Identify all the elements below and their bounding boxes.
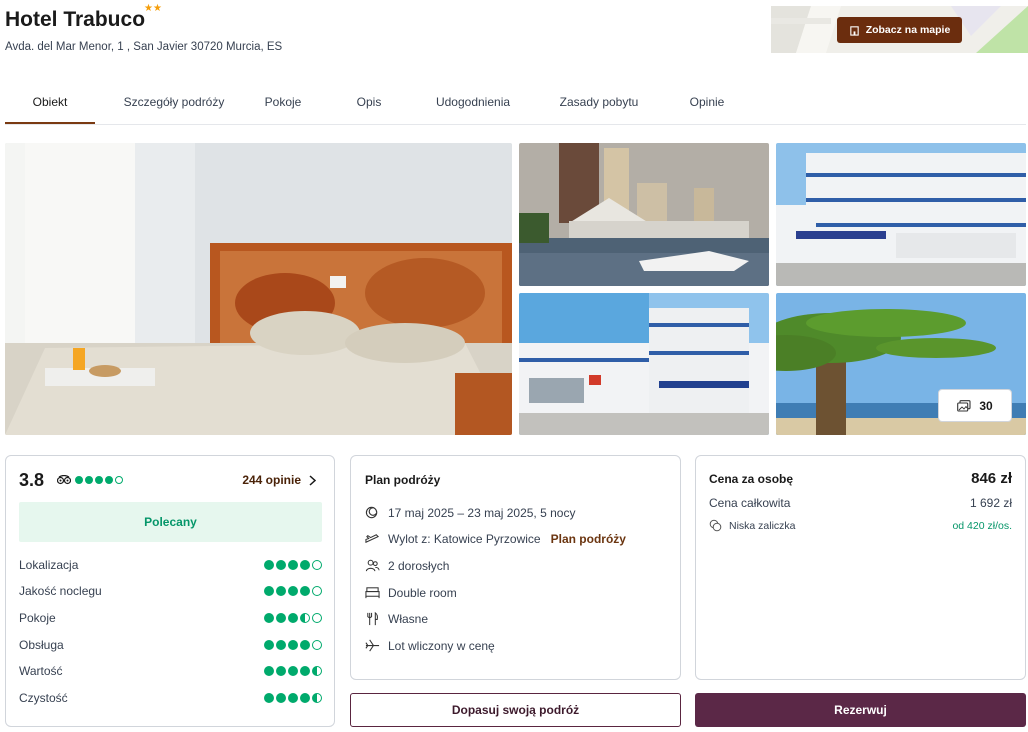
trip-room: Double room	[365, 585, 457, 600]
trip-board-text: Własne	[388, 611, 429, 626]
rating-category-label: Jakość noclegu	[19, 584, 102, 598]
photo-harbor[interactable]	[519, 143, 769, 286]
tab-szczegoly-podrozy[interactable]: Szczegóły podróży	[95, 84, 253, 124]
rating-category-label: Pokoje	[19, 611, 56, 625]
calendar-moon-icon	[365, 506, 378, 519]
tab-obiekt[interactable]: Obiekt	[5, 84, 95, 124]
trip-plan-card: Plan podróży 17 maj 2025 – 23 maj 2025, …	[350, 455, 681, 680]
show-map-button[interactable]: Zobacz na mapie	[837, 17, 962, 43]
tab-label: Zasady pobytu	[559, 95, 639, 109]
section-tabs: Obiekt Szczegóły podróży Pokoje Opis Udo…	[5, 84, 737, 124]
trip-flight-text: Lot wliczony w cenę	[388, 638, 495, 653]
trip-plan-title: Plan podróży	[365, 473, 441, 487]
deposit-row: Niska zaliczka od 420 zł/os.	[709, 519, 1012, 532]
price-card: Cena za osobę 846 zł Cena całkowita 1 69…	[695, 455, 1026, 680]
rating-bubbles	[264, 613, 322, 623]
tab-opinie[interactable]: Opinie	[677, 84, 737, 124]
reviews-link[interactable]: 244 opinie	[242, 473, 316, 487]
deposit-value: od 420 zł/os.	[952, 519, 1012, 532]
rating-bubbles	[264, 693, 322, 703]
plane-icon	[365, 639, 380, 652]
rating-category-label: Czystość	[19, 691, 68, 705]
price-total-label: Cena całkowita	[709, 496, 791, 510]
trip-departure-text: Wylot z: Katowice Pyrzowice	[388, 531, 541, 546]
tab-pokoje[interactable]: Pokoje	[253, 84, 313, 124]
trip-plan-link[interactable]: Plan podróży	[551, 532, 626, 546]
tabs-divider	[5, 124, 1026, 125]
gallery-count-button[interactable]: 30	[938, 389, 1012, 422]
trip-room-text: Double room	[388, 585, 457, 600]
plane-takeoff-icon	[365, 534, 380, 544]
rating-row-sleep-quality: Jakość noclegu	[19, 584, 322, 598]
tripadvisor-bubbles	[75, 476, 123, 484]
rating-row-cleanliness: Czystość	[19, 691, 322, 705]
hotel-address: Avda. del Mar Menor, 1 , San Javier 3072…	[5, 41, 283, 53]
price-per-person-row: Cena za osobę 846 zł	[709, 470, 1012, 487]
cutlery-icon	[367, 611, 378, 626]
tripadvisor-icon	[57, 475, 71, 485]
trip-dates-text: 17 maj 2025 – 23 maj 2025, 5 nocy	[388, 505, 576, 520]
rating-row-service: Obsługa	[19, 638, 322, 652]
photo-hotel-street[interactable]	[519, 293, 769, 435]
reviews-count: 244 opinie	[242, 473, 301, 487]
hotel-name: Hotel Trabuco	[5, 8, 146, 31]
rating-bubbles	[264, 586, 322, 596]
tab-label: Pokoje	[264, 95, 302, 109]
rating-bubbles	[264, 560, 322, 570]
images-icon	[957, 399, 971, 412]
trip-departure: Wylot z: Katowice Pyrzowice Plan podróży	[365, 531, 626, 546]
gallery-count: 30	[979, 398, 993, 413]
trip-flight: Lot wliczony w cenę	[365, 638, 495, 653]
tab-zasady-pobytu[interactable]: Zasady pobytu	[521, 84, 677, 124]
trip-board: Własne	[365, 611, 428, 626]
bed-icon	[365, 587, 380, 599]
customize-trip-button[interactable]: Dopasuj swoją podróż	[350, 693, 681, 727]
show-map-label: Zobacz na mapie	[865, 24, 951, 36]
tab-label: Opis	[356, 95, 382, 109]
rating-bubbles	[264, 666, 322, 676]
trip-guests: 2 dorosłych	[365, 558, 449, 573]
rating-category-label: Wartość	[19, 664, 63, 678]
building-icon	[849, 25, 859, 36]
trip-guests-text: 2 dorosłych	[388, 558, 450, 573]
recommended-badge: Polecany	[19, 502, 322, 542]
tab-opis[interactable]: Opis	[313, 84, 425, 124]
coins-icon	[709, 519, 722, 532]
tab-label: Szczegóły podróży	[123, 95, 225, 109]
price-per-person-value: 846 zł	[971, 470, 1012, 487]
book-button[interactable]: Rezerwuj	[695, 693, 1026, 727]
photo-hotel-facade[interactable]	[776, 143, 1026, 286]
price-total-value: 1 692 zł	[969, 496, 1012, 510]
rating-card: 3.8 244 opinie Polecany Lokalizacja Jako…	[5, 455, 335, 727]
tab-label: Opinie	[689, 95, 725, 109]
rating-row-value: Wartość	[19, 664, 322, 678]
rating-row-rooms: Pokoje	[19, 611, 322, 625]
chevron-right-icon	[309, 474, 316, 486]
price-per-person-label: Cena za osobę	[709, 471, 794, 486]
price-total-row: Cena całkowita 1 692 zł	[709, 496, 1012, 510]
deposit-label-group: Niska zaliczka	[709, 519, 796, 532]
deposit-label: Niska zaliczka	[729, 519, 796, 532]
trip-dates: 17 maj 2025 – 23 maj 2025, 5 nocy	[365, 505, 575, 520]
main-photo-bedroom[interactable]	[5, 143, 512, 435]
hotel-stars: ★★	[144, 3, 162, 14]
rating-row-location: Lokalizacja	[19, 558, 322, 572]
tab-label: Udogodnienia	[435, 95, 511, 109]
rating-score: 3.8	[19, 470, 45, 490]
rating-category-label: Lokalizacja	[19, 558, 79, 572]
tab-label: Obiekt	[32, 95, 68, 109]
rating-bubbles	[264, 640, 322, 650]
rating-category-label: Obsługa	[19, 638, 64, 652]
users-icon	[365, 559, 380, 572]
tab-udogodnienia[interactable]: Udogodnienia	[425, 84, 521, 124]
